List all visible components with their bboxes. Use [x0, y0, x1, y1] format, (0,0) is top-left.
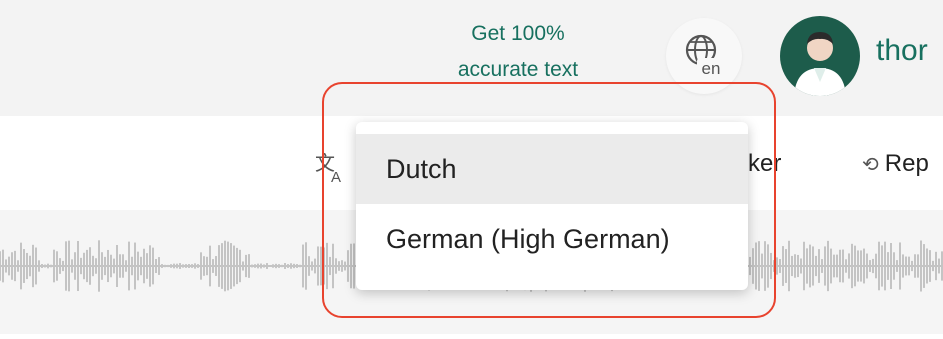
- globe-icon: en: [685, 34, 725, 78]
- user-avatar-icon: [794, 32, 846, 96]
- svg-text:A: A: [331, 169, 341, 184]
- user-avatar[interactable]: [780, 16, 860, 96]
- replace-label: Rep: [884, 150, 929, 177]
- replace-icon: ⟲: [862, 154, 879, 176]
- translate-icon[interactable]: 文 A: [315, 150, 345, 190]
- username[interactable]: thor: [876, 34, 928, 68]
- language-option-german[interactable]: German (High German): [356, 204, 748, 274]
- top-bar: Get 100% accurate text en thor: [0, 0, 943, 116]
- language-dropdown: Dutch German (High German): [356, 122, 748, 290]
- accurate-text-promo-link[interactable]: Get 100% accurate text: [418, 16, 618, 88]
- promo-line-1: Get 100%: [471, 22, 565, 45]
- language-option-dutch[interactable]: Dutch: [356, 134, 748, 204]
- promo-line-2: accurate text: [457, 58, 579, 81]
- replace-tool-button[interactable]: ⟲ Rep: [862, 150, 929, 178]
- language-button[interactable]: en: [666, 18, 742, 94]
- language-code: en: [702, 59, 721, 78]
